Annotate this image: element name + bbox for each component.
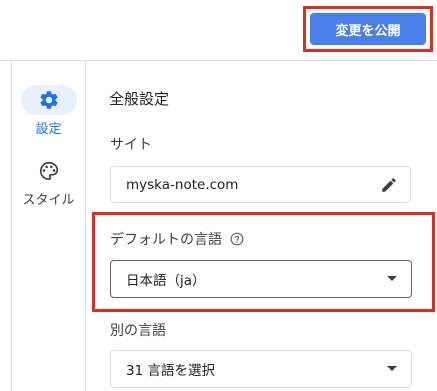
- settings-icon-pill: [20, 85, 77, 115]
- main-panel: 全般設定 サイト myska-note.com デフォルトの言語 日本語（ja）…: [87, 60, 437, 391]
- help-icon[interactable]: [230, 232, 244, 246]
- sidebar-item-label: 設定: [35, 122, 62, 137]
- default-language-select[interactable]: 日本語（ja）: [110, 260, 412, 298]
- other-languages-label: 別の言語: [110, 323, 166, 339]
- pencil-icon[interactable]: [380, 176, 398, 194]
- sidebar: 設定 スタイル: [12, 60, 86, 391]
- left-rail: [0, 60, 12, 391]
- top-bar: 変更を公開: [0, 0, 437, 61]
- palette-icon: [39, 161, 58, 181]
- publish-highlight: 変更を公開: [303, 6, 433, 52]
- gear-icon: [39, 91, 58, 109]
- other-languages-select[interactable]: 31 言語を選択: [110, 350, 412, 388]
- site-value: myska-note.com: [126, 176, 239, 193]
- default-language-label: デフォルトの言語: [110, 232, 222, 248]
- default-language-highlight: デフォルトの言語 日本語（ja）: [92, 212, 435, 312]
- dropdown-arrow-icon: [387, 366, 397, 371]
- other-languages-value: 31 言語を選択: [126, 363, 215, 379]
- default-language-value: 日本語（ja）: [126, 273, 206, 289]
- dropdown-arrow-icon: [387, 276, 397, 281]
- style-icon-pill: [21, 156, 77, 186]
- default-language-label-row: デフォルトの言語: [110, 229, 244, 249]
- sidebar-item-settings[interactable]: 設定: [12, 85, 85, 137]
- publish-changes-button[interactable]: 変更を公開: [310, 13, 426, 45]
- site-field: myska-note.com: [110, 166, 411, 203]
- sidebar-item-style[interactable]: スタイル: [12, 156, 85, 208]
- site-label: サイト: [110, 137, 152, 153]
- page-title: 全般設定: [109, 90, 170, 108]
- sidebar-item-label: スタイル: [22, 193, 75, 208]
